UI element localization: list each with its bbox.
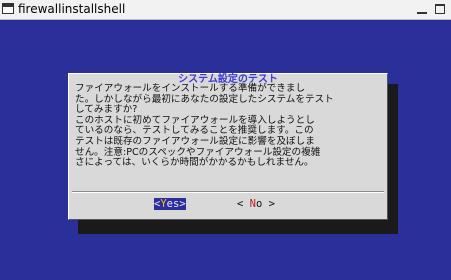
dialog-separator xyxy=(72,191,384,193)
yes-button-close-bracket: > xyxy=(179,198,186,210)
no-button-label: o xyxy=(255,198,263,210)
no-button[interactable]: < No > xyxy=(237,198,275,211)
window-title: firewallinstallshell xyxy=(18,2,126,16)
maximize-button[interactable] xyxy=(435,4,445,14)
minimize-button[interactable] xyxy=(417,4,427,14)
no-button-close-bracket: > xyxy=(268,198,275,210)
no-button-open-bracket: < xyxy=(237,198,244,210)
dialog-message: ファイアウォールをインストールする準備ができまし た。しかしながら最初にあなたの… xyxy=(75,83,334,169)
window-titlebar: firewallinstallshell xyxy=(0,0,451,20)
yes-button[interactable]: <Yes> xyxy=(154,198,186,211)
yes-button-label: es xyxy=(166,198,180,210)
terminal-window-icon xyxy=(2,3,14,14)
test-config-dialog: システム設定のテスト ファイアウォールをインストールする準備ができまし た。しか… xyxy=(68,73,388,220)
